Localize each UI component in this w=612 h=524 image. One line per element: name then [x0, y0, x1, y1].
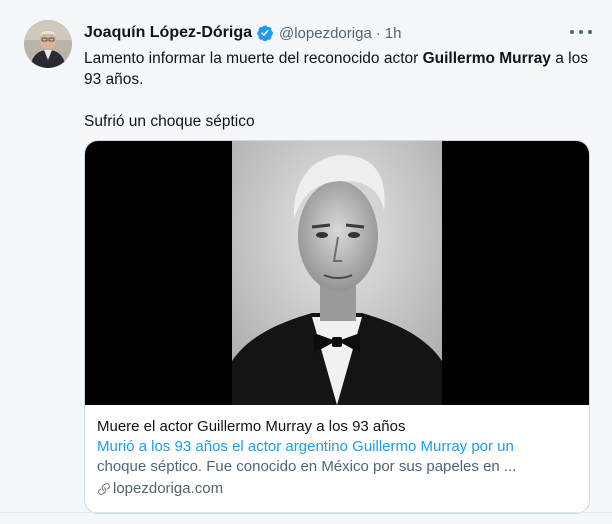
tweet-text-part1: Lamento informar la muerte del reconocid…	[84, 50, 423, 67]
tweet-time[interactable]: 1h	[385, 25, 402, 42]
tweet-divider	[0, 512, 612, 513]
card-description: Murió a los 93 años el actor argentino G…	[97, 437, 579, 477]
card-body: Muere el actor Guillermo Murray a los 93…	[97, 417, 579, 499]
tweet[interactable]: Joaquín López-Dóriga @lopezdoriga · 1h L…	[4, 4, 608, 520]
tweet-text-bold-name: Guillermo Murray	[422, 50, 551, 67]
tweet-header: Joaquín López-Dóriga @lopezdoriga · 1h	[84, 22, 401, 44]
link-card[interactable]: Muere el actor Guillermo Murray a los 93…	[84, 140, 590, 514]
card-description-line-2: choque séptico. Fue conocido en México p…	[97, 458, 517, 475]
author-name[interactable]: Joaquín López-Dóriga	[84, 24, 252, 42]
avatar-photo	[24, 20, 72, 68]
separator-dot: ·	[375, 24, 381, 42]
card-domain-text: lopezdoriga.com	[113, 480, 224, 497]
link-icon	[98, 483, 110, 495]
card-domain[interactable]: lopezdoriga.com	[97, 479, 579, 499]
author-avatar[interactable]	[24, 20, 72, 68]
tweet-paragraph-2: Sufrió un choque séptico	[84, 113, 255, 130]
tweet-text: Lamento informar la muerte del reconocid…	[84, 48, 594, 132]
card-media[interactable]	[85, 141, 589, 405]
verified-badge-icon	[256, 24, 274, 42]
more-options-icon[interactable]	[570, 26, 592, 38]
author-handle[interactable]: @lopezdoriga	[279, 25, 372, 42]
tweet-paragraph-1: Lamento informar la muerte del reconocid…	[84, 48, 594, 90]
card-photo	[232, 141, 442, 405]
card-description-line-1: Murió a los 93 años el actor argentino G…	[97, 438, 514, 455]
card-title: Muere el actor Guillermo Murray a los 93…	[97, 418, 406, 435]
